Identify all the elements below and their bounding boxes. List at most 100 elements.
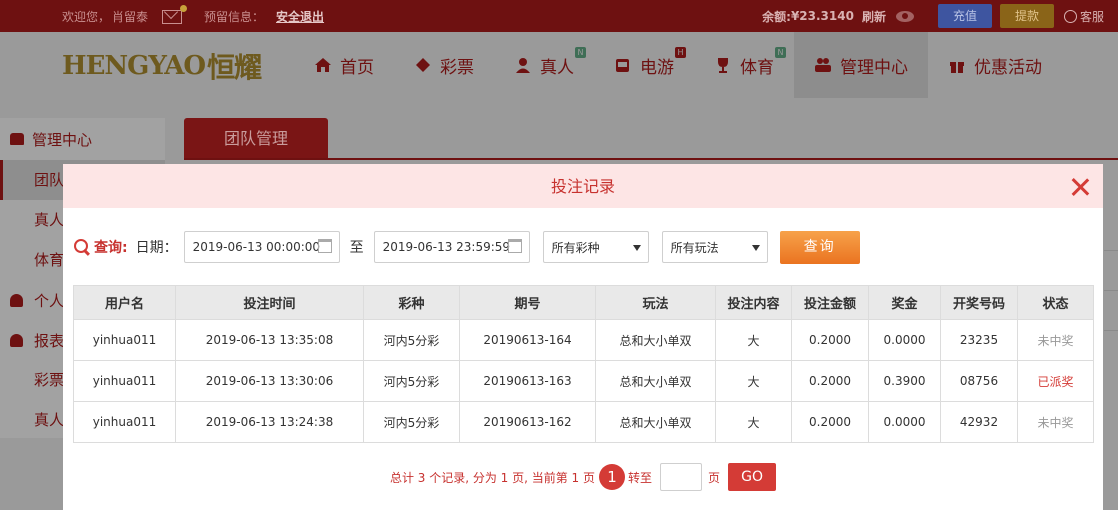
play-type-select[interactable]: 所有玩法: [661, 231, 768, 263]
lottery-type-value: 所有彩种: [551, 240, 600, 255]
new-badge: N: [775, 47, 786, 58]
slot-machine-icon: [616, 59, 629, 72]
top-bar: 欢迎您， 肖留泰 预留信息： 安全退出 余额: ¥23.3140 刷新 充值 提…: [0, 0, 1118, 32]
go-button[interactable]: GO: [728, 463, 777, 491]
cell-content: 大: [715, 360, 792, 402]
hot-badge: H: [675, 47, 686, 58]
logo-latin: HENGYAO: [62, 51, 206, 81]
column-header: 投注时间: [175, 285, 364, 320]
nav-label: 优惠活动: [974, 57, 1042, 78]
query-row: 查询: 日期： 至 所有彩种 所有玩法 查询: [73, 230, 860, 264]
nav-item-home[interactable]: 首页: [312, 32, 394, 98]
query-label: 查询:: [94, 240, 128, 256]
cell-draw-number: 08756: [940, 360, 1018, 402]
bet-records-modal: 投注记录 查询: 日期： 至 所有彩种 所有玩法 查询 用: [63, 164, 1103, 510]
date-to-input[interactable]: [373, 231, 530, 263]
cell-prize: 0.0000: [868, 401, 941, 443]
nav-item-sports[interactable]: 体育 N: [694, 32, 794, 98]
users-icon: [10, 133, 24, 145]
refresh-link[interactable]: 刷新: [862, 8, 886, 25]
nav-item-promotions[interactable]: 优惠活动: [928, 32, 1062, 98]
cell-status: 已派奖: [1017, 360, 1094, 402]
column-header: 玩法: [595, 285, 716, 320]
gift-icon: [950, 62, 964, 73]
logout-link[interactable]: 安全退出: [276, 8, 324, 25]
cell-username: yinhua011: [73, 319, 176, 361]
cell-amount: 0.2000: [791, 401, 869, 443]
tab-team-management[interactable]: 团队管理: [184, 118, 328, 158]
modal-header: 投注记录: [63, 164, 1103, 208]
nav-item-live[interactable]: 真人 N: [494, 32, 594, 98]
balance-value: ¥23.3140: [790, 9, 854, 23]
sidebar-section-label: 个人: [34, 291, 65, 310]
search-icon: [73, 238, 91, 256]
customer-service-link[interactable]: 客服: [1063, 8, 1104, 25]
cell-username: yinhua011: [73, 360, 176, 402]
column-header: 彩种: [363, 285, 460, 320]
goto-label: 转至: [628, 470, 653, 485]
cell-content: 大: [715, 401, 792, 443]
current-page-button[interactable]: 1: [599, 464, 626, 490]
column-header: 奖金: [868, 285, 941, 320]
to-label: 至: [349, 240, 364, 256]
lottery-type-select[interactable]: 所有彩种: [542, 231, 649, 263]
logo[interactable]: HENGYAO 恒耀: [62, 46, 272, 86]
pagination: 总计 3 个记录, 分为 1 页, 当前第 1 页 1 转至 页 GO: [63, 462, 1103, 492]
nav-label: 首页: [340, 57, 374, 78]
eye-icon[interactable]: [895, 10, 914, 22]
cell-prize: 0.0000: [868, 319, 941, 361]
cell-bet-time: 2019-06-13 13:30:06: [175, 360, 364, 402]
table-row[interactable]: yinhua011 2019-06-13 13:35:08 河内5分彩 2019…: [73, 319, 1094, 361]
dealer-icon: [516, 58, 530, 73]
cell-bet-time: 2019-06-13 13:24:38: [175, 401, 364, 443]
cell-lottery: 河内5分彩: [363, 319, 460, 361]
tab-bar: 团队管理: [184, 118, 1118, 160]
nav-label: 电游: [640, 57, 674, 78]
calendar-icon[interactable]: [317, 239, 332, 253]
calendar-icon[interactable]: [507, 239, 522, 253]
cell-status: 未中奖: [1017, 319, 1094, 361]
reserve-info-label: 预留信息：: [204, 10, 265, 24]
bet-records-table: 用户名 投注时间 彩种 期号 玩法 投注内容 投注金额 奖金 开奖号码 状态 y…: [73, 285, 1094, 443]
close-icon[interactable]: [1071, 178, 1089, 196]
date-from-input[interactable]: [183, 231, 340, 263]
modal-title: 投注记录: [550, 177, 615, 196]
nav-item-lottery[interactable]: 彩票: [394, 32, 494, 98]
withdraw-button[interactable]: 提款: [999, 4, 1054, 28]
user-icon: [10, 293, 23, 307]
logo-cn: 恒耀: [207, 51, 262, 84]
nav-item-slots[interactable]: 电游 H: [594, 32, 694, 98]
nav-label: 真人: [540, 57, 574, 78]
nav-item-management[interactable]: 管理中心: [794, 32, 928, 98]
report-icon: [10, 333, 23, 347]
username: 肖留泰: [112, 10, 149, 24]
cell-amount: 0.2000: [791, 360, 869, 402]
cell-issue: 20190613-163: [459, 360, 596, 402]
table-row[interactable]: yinhua011 2019-06-13 13:30:06 河内5分彩 2019…: [73, 360, 1094, 402]
recharge-button[interactable]: 充值: [937, 4, 992, 28]
cell-content: 大: [715, 319, 792, 361]
caret-down-icon: [632, 245, 641, 251]
goto-page-input[interactable]: [660, 463, 703, 491]
top-bar-right: 余额: ¥23.3140 刷新 充值 提款 客服: [762, 4, 1118, 28]
cell-draw-number: 42932: [940, 401, 1018, 443]
date-from-wrap: [183, 231, 340, 263]
sidebar-head-label: 管理中心: [32, 130, 93, 149]
users-icon: [815, 58, 831, 72]
new-badge: N: [575, 47, 586, 58]
cell-play: 总和大小单双: [595, 360, 716, 402]
headset-icon: [1063, 9, 1077, 23]
play-type-value: 所有玩法: [670, 240, 719, 255]
cell-lottery: 河内5分彩: [363, 360, 460, 402]
cell-amount: 0.2000: [791, 319, 869, 361]
divider: [1104, 290, 1118, 291]
query-button[interactable]: 查询: [779, 230, 860, 264]
lottery-ticket-icon: [416, 58, 430, 72]
mail-icon[interactable]: [162, 4, 188, 24]
cell-status: 未中奖: [1017, 401, 1094, 443]
cell-username: yinhua011: [73, 401, 176, 443]
nav-label: 彩票: [440, 57, 474, 78]
nav-items: 首页 彩票 真人 N 电游 H 体育 N 管理中心 优惠活动: [312, 32, 1062, 98]
table-row[interactable]: yinhua011 2019-06-13 13:24:38 河内5分彩 2019…: [73, 401, 1094, 443]
balance-label: 余额:: [762, 9, 791, 24]
